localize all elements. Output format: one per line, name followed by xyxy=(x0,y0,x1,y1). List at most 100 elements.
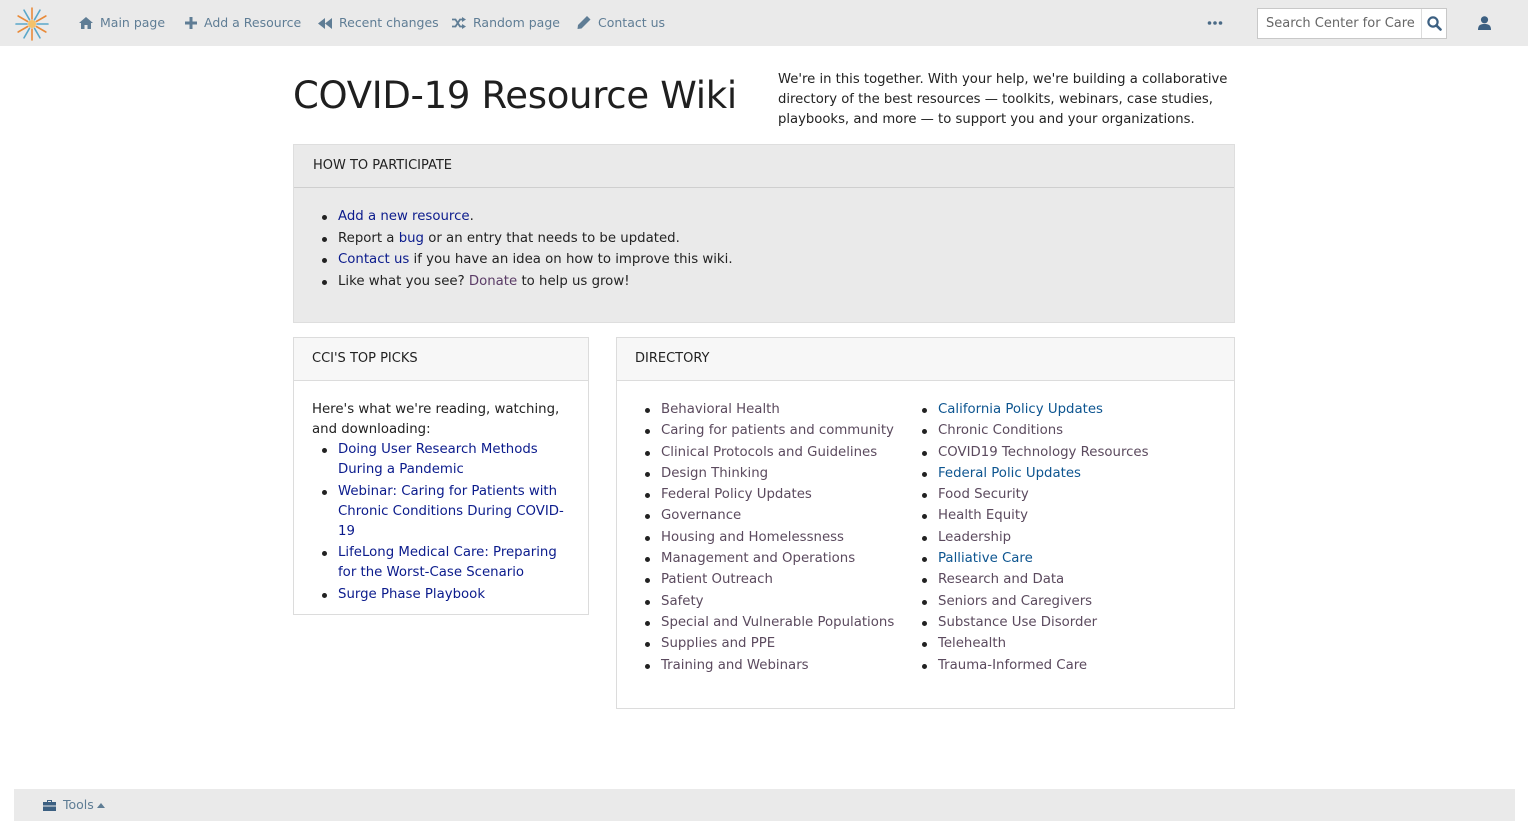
list-item: Trauma-Informed Care xyxy=(913,656,1213,677)
pencil-icon xyxy=(577,16,591,29)
list-item-text: Like what you see? xyxy=(338,273,469,289)
top-picks-card: CCI'S TOP PICKS Here's what we're readin… xyxy=(293,337,589,615)
directory-link[interactable]: California Policy Updates xyxy=(938,402,1103,417)
list-item: Clinical Protocols and Guidelines xyxy=(636,443,906,464)
tools-menu-button[interactable]: Tools xyxy=(43,789,105,821)
nav-add-resource-label: Add a Resource xyxy=(204,15,302,30)
directory-link[interactable]: Food Security xyxy=(938,487,1029,502)
directory-link[interactable]: Chronic Conditions xyxy=(938,423,1063,438)
list-item: Governance xyxy=(636,506,906,527)
directory-link[interactable]: Patient Outreach xyxy=(661,572,773,587)
directory-link[interactable]: Health Equity xyxy=(938,508,1028,523)
directory-link[interactable]: Trauma-Informed Care xyxy=(938,658,1087,673)
list-item: Research and Data xyxy=(913,570,1213,591)
list-item: Training and Webinars xyxy=(636,656,906,677)
directory-column-2: California Policy Updates Chronic Condit… xyxy=(913,400,1213,677)
directory-link[interactable]: Clinical Protocols and Guidelines xyxy=(661,445,877,460)
top-pick-link[interactable]: Surge Phase Playbook xyxy=(338,587,485,602)
list-item: Surge Phase Playbook xyxy=(313,585,575,605)
directory-link[interactable]: Palliative Care xyxy=(938,551,1033,566)
nav-main-page-label: Main page xyxy=(100,15,166,30)
nav-random-page-label: Random page xyxy=(473,15,560,30)
add-new-resource-link[interactable]: Add a new resource xyxy=(338,209,470,224)
top-pick-link[interactable]: Doing User Research Methods During a Pan… xyxy=(338,442,538,477)
top-pick-link[interactable]: Webinar: Caring for Patients with Chroni… xyxy=(338,484,564,539)
search-input[interactable] xyxy=(1258,9,1422,38)
list-item: COVID19 Technology Resources xyxy=(913,443,1213,464)
top-picks-intro: Here's what we're reading, watching, and… xyxy=(312,402,560,437)
directory-link[interactable]: Supplies and PPE xyxy=(661,636,775,651)
list-item: Federal Policy Updates xyxy=(636,485,906,506)
nav-main-page[interactable]: Main page xyxy=(79,0,165,46)
directory-link[interactable]: Safety xyxy=(661,594,704,609)
list-item: Safety xyxy=(636,592,906,613)
list-item: Health Equity xyxy=(913,506,1213,527)
list-item: Report a bug or an entry that needs to b… xyxy=(313,229,733,251)
nav-recent-changes[interactable]: Recent changes xyxy=(318,0,439,46)
list-item: Caring for patients and community xyxy=(636,421,906,442)
list-item-text: if you have an idea on how to improve th… xyxy=(409,252,733,267)
list-item: Webinar: Caring for Patients with Chroni… xyxy=(313,482,575,542)
intro-text: We're in this together. With your help, … xyxy=(778,72,1228,127)
directory-column-1: Behavioral Health Caring for patients an… xyxy=(636,400,906,677)
list-item: Management and Operations xyxy=(636,549,906,570)
participate-panel: HOW TO PARTICIPATE Add a new resource. R… xyxy=(293,144,1235,323)
directory-link[interactable]: Governance xyxy=(661,508,741,523)
directory-link[interactable]: Substance Use Disorder xyxy=(938,615,1097,630)
list-item: Supplies and PPE xyxy=(636,634,906,655)
directory-link[interactable]: Special and Vulnerable Populations xyxy=(661,615,894,630)
list-item: Patient Outreach xyxy=(636,570,906,591)
directory-link[interactable]: Caring for patients and community xyxy=(661,423,894,438)
directory-link[interactable]: Federal Polic Updates xyxy=(938,466,1081,481)
top-navbar: Main page Add a Resource Recent changes … xyxy=(0,0,1528,46)
list-item-text: Report a xyxy=(338,230,399,246)
directory-link[interactable]: Design Thinking xyxy=(661,466,768,481)
directory-link[interactable]: Leadership xyxy=(938,530,1011,545)
directory-link[interactable]: Behavioral Health xyxy=(661,402,780,417)
participate-list: Add a new resource. Report a bug or an e… xyxy=(313,207,733,293)
search-icon xyxy=(1427,16,1442,31)
donate-link[interactable]: Donate xyxy=(469,274,517,289)
list-item: Contact us if you have an idea on how to… xyxy=(313,250,733,272)
list-item: Like what you see? Donate to help us gro… xyxy=(313,272,733,294)
footer-bar: Tools xyxy=(14,789,1515,821)
directory-link[interactable]: Telehealth xyxy=(938,636,1006,651)
contact-us-link[interactable]: Contact us xyxy=(338,252,409,267)
top-picks-heading: CCI'S TOP PICKS xyxy=(294,338,588,381)
list-item: LifeLong Medical Care: Preparing for the… xyxy=(313,543,575,583)
user-icon[interactable] xyxy=(1478,16,1491,30)
toolbox-icon xyxy=(43,800,56,811)
nav-add-resource[interactable]: Add a Resource xyxy=(185,0,301,46)
list-item: Housing and Homelessness xyxy=(636,528,906,549)
directory-link[interactable]: Federal Policy Updates xyxy=(661,487,812,502)
directory-link[interactable]: Research and Data xyxy=(938,572,1064,587)
directory-link[interactable]: Seniors and Caregivers xyxy=(938,594,1092,609)
nav-contact-us-label: Contact us xyxy=(598,15,666,30)
backward-icon xyxy=(318,18,332,29)
list-item: Design Thinking xyxy=(636,464,906,485)
site-logo-icon[interactable] xyxy=(14,6,50,42)
directory-link[interactable]: Training and Webinars xyxy=(661,658,809,673)
directory-link[interactable]: Housing and Homelessness xyxy=(661,530,844,545)
list-item: Special and Vulnerable Populations xyxy=(636,613,906,634)
caret-up-icon xyxy=(96,803,105,808)
search-button[interactable] xyxy=(1421,9,1446,38)
nav-contact-us[interactable]: Contact us xyxy=(577,0,665,46)
shuffle-icon xyxy=(452,17,466,29)
list-item: Food Security xyxy=(913,485,1213,506)
directory-heading: DIRECTORY xyxy=(617,338,1234,381)
bug-link[interactable]: bug xyxy=(399,231,424,246)
list-item-text: or an entry that needs to be updated. xyxy=(424,230,680,246)
list-item: Behavioral Health xyxy=(636,400,906,421)
directory-link[interactable]: COVID19 Technology Resources xyxy=(938,445,1149,460)
list-item: Doing User Research Methods During a Pan… xyxy=(313,440,575,480)
more-options-icon[interactable] xyxy=(1206,15,1224,31)
nav-random-page[interactable]: Random page xyxy=(452,0,560,46)
list-item: Add a new resource. xyxy=(313,207,733,229)
plus-icon xyxy=(185,17,197,29)
directory-link[interactable]: Management and Operations xyxy=(661,551,855,566)
list-item: Leadership xyxy=(913,528,1213,549)
nav-recent-changes-label: Recent changes xyxy=(339,15,439,30)
top-pick-link[interactable]: LifeLong Medical Care: Preparing for the… xyxy=(338,545,557,580)
list-item: Federal Polic Updates xyxy=(913,464,1213,485)
